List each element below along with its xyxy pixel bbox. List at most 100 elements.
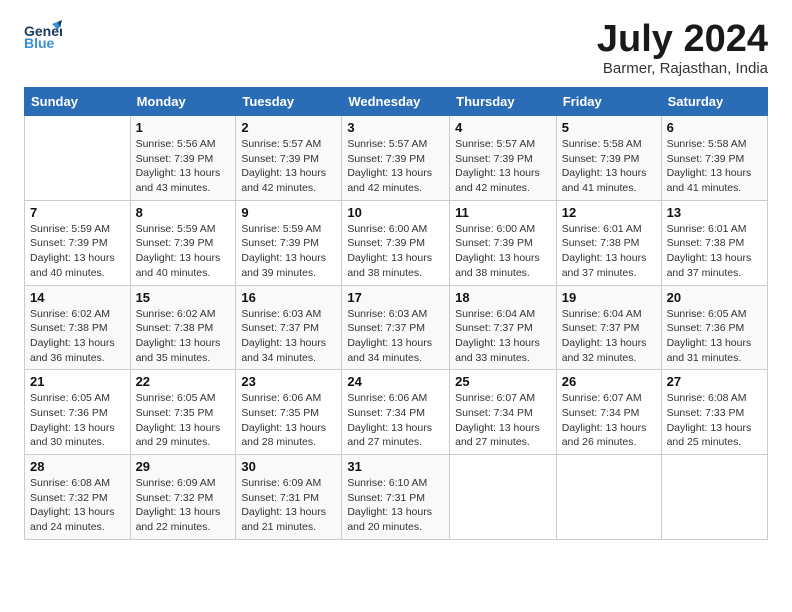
- day-info: Sunrise: 6:07 AMSunset: 7:34 PMDaylight:…: [562, 391, 656, 450]
- calendar-cell: 31 Sunrise: 6:10 AMSunset: 7:31 PMDayligh…: [342, 455, 450, 540]
- day-number: 29: [136, 459, 231, 474]
- day-info: Sunrise: 6:00 AMSunset: 7:39 PMDaylight:…: [455, 222, 551, 281]
- day-number: 12: [562, 205, 656, 220]
- day-info: Sunrise: 6:03 AMSunset: 7:37 PMDaylight:…: [241, 307, 336, 366]
- col-header-wednesday: Wednesday: [342, 88, 450, 116]
- logo-icon: General Blue: [24, 20, 62, 52]
- calendar-cell: 30 Sunrise: 6:09 AMSunset: 7:31 PMDayligh…: [236, 455, 342, 540]
- day-number: 14: [30, 290, 125, 305]
- calendar-cell: 27 Sunrise: 6:08 AMSunset: 7:33 PMDayligh…: [661, 370, 767, 455]
- day-info: Sunrise: 6:08 AMSunset: 7:32 PMDaylight:…: [30, 476, 125, 535]
- calendar-cell: 8 Sunrise: 5:59 AMSunset: 7:39 PMDaylight…: [130, 200, 236, 285]
- day-number: 30: [241, 459, 336, 474]
- day-info: Sunrise: 6:06 AMSunset: 7:34 PMDaylight:…: [347, 391, 444, 450]
- calendar-cell: 11Sunrise: 6:00 AMSunset: 7:39 PMDayligh…: [450, 200, 557, 285]
- location: Barmer, Rajasthan, India: [597, 60, 768, 77]
- calendar-cell: 28Sunrise: 6:08 AMSunset: 7:32 PMDayligh…: [25, 455, 131, 540]
- day-number: 25: [455, 374, 551, 389]
- day-number: 6: [667, 120, 762, 135]
- page-header: General Blue July 2024 Barmer, Rajasthan…: [24, 20, 768, 77]
- day-number: 1: [136, 120, 231, 135]
- day-info: Sunrise: 6:00 AMSunset: 7:39 PMDaylight:…: [347, 222, 444, 281]
- calendar-cell: [661, 455, 767, 540]
- day-info: Sunrise: 6:10 AMSunset: 7:31 PMDaylight:…: [347, 476, 444, 535]
- day-info: Sunrise: 6:09 AMSunset: 7:32 PMDaylight:…: [136, 476, 231, 535]
- header-row: SundayMondayTuesdayWednesdayThursdayFrid…: [25, 88, 768, 116]
- day-info: Sunrise: 6:03 AMSunset: 7:37 PMDaylight:…: [347, 307, 444, 366]
- calendar-table: SundayMondayTuesdayWednesdayThursdayFrid…: [24, 87, 768, 540]
- day-info: Sunrise: 6:05 AMSunset: 7:36 PMDaylight:…: [667, 307, 762, 366]
- svg-text:Blue: Blue: [24, 35, 55, 51]
- calendar-cell: 10 Sunrise: 6:00 AMSunset: 7:39 PMDayligh…: [342, 200, 450, 285]
- calendar-cell: 17 Sunrise: 6:03 AMSunset: 7:37 PMDayligh…: [342, 285, 450, 370]
- calendar-cell: 25 Sunrise: 6:07 AMSunset: 7:34 PMDayligh…: [450, 370, 557, 455]
- day-number: 4: [455, 120, 551, 135]
- day-info: Sunrise: 6:02 AMSunset: 7:38 PMDaylight:…: [136, 307, 231, 366]
- day-info: Sunrise: 5:56 AMSunset: 7:39 PMDaylight:…: [136, 137, 231, 196]
- day-number: 2: [241, 120, 336, 135]
- calendar-cell: 7Sunrise: 5:59 AMSunset: 7:39 PMDaylight…: [25, 200, 131, 285]
- title-block: July 2024 Barmer, Rajasthan, India: [597, 20, 768, 77]
- calendar-cell: 16 Sunrise: 6:03 AMSunset: 7:37 PMDayligh…: [236, 285, 342, 370]
- calendar-cell: 29 Sunrise: 6:09 AMSunset: 7:32 PMDayligh…: [130, 455, 236, 540]
- month-title: July 2024: [597, 20, 768, 58]
- week-row-2: 7 Sunrise: 5:59 AMSunset: 7:39 PMDaylight…: [25, 200, 768, 285]
- calendar-cell: 21Sunrise: 6:05 AMSunset: 7:36 PMDayligh…: [25, 370, 131, 455]
- day-info: Sunrise: 6:07 AMSunset: 7:34 PMDaylight:…: [455, 391, 551, 450]
- day-number: 31: [347, 459, 444, 474]
- calendar-cell: 18Sunrise: 6:04 AMSunset: 7:37 PMDayligh…: [450, 285, 557, 370]
- col-header-sunday: Sunday: [25, 88, 131, 116]
- week-row-4: 21Sunrise: 6:05 AMSunset: 7:36 PMDayligh…: [25, 370, 768, 455]
- calendar-cell: 1 Sunrise: 5:56 AMSunset: 7:39 PMDaylight…: [130, 116, 236, 201]
- week-row-5: 28Sunrise: 6:08 AMSunset: 7:32 PMDayligh…: [25, 455, 768, 540]
- calendar-cell: 5 Sunrise: 5:58 AMSunset: 7:39 PMDaylight…: [556, 116, 661, 201]
- col-header-tuesday: Tuesday: [236, 88, 342, 116]
- day-info: Sunrise: 5:57 AMSunset: 7:39 PMDaylight:…: [455, 137, 551, 196]
- week-row-3: 14 Sunrise: 6:02 AMSunset: 7:38 PMDayligh…: [25, 285, 768, 370]
- day-number: 8: [136, 205, 231, 220]
- day-number: 10: [347, 205, 444, 220]
- calendar-cell: 6 Sunrise: 5:58 AMSunset: 7:39 PMDaylight…: [661, 116, 767, 201]
- day-number: 19: [562, 290, 656, 305]
- day-info: Sunrise: 6:09 AMSunset: 7:31 PMDaylight:…: [241, 476, 336, 535]
- day-number: 23: [241, 374, 336, 389]
- day-info: Sunrise: 5:57 AMSunset: 7:39 PMDaylight:…: [241, 137, 336, 196]
- day-number: 26: [562, 374, 656, 389]
- calendar-cell: 26 Sunrise: 6:07 AMSunset: 7:34 PMDayligh…: [556, 370, 661, 455]
- day-info: Sunrise: 6:06 AMSunset: 7:35 PMDaylight:…: [241, 391, 336, 450]
- day-number: 13: [667, 205, 762, 220]
- day-info: Sunrise: 5:59 AMSunset: 7:39 PMDaylight:…: [241, 222, 336, 281]
- calendar-cell: 14Sunrise: 6:02 AMSunset: 7:38 PMDayligh…: [25, 285, 131, 370]
- day-info: Sunrise: 6:01 AMSunset: 7:38 PMDaylight:…: [667, 222, 762, 281]
- calendar-cell: 19 Sunrise: 6:04 AMSunset: 7:37 PMDayligh…: [556, 285, 661, 370]
- calendar-cell: 24Sunrise: 6:06 AMSunset: 7:34 PMDayligh…: [342, 370, 450, 455]
- day-info: Sunrise: 6:08 AMSunset: 7:33 PMDaylight:…: [667, 391, 762, 450]
- day-number: 7: [30, 205, 125, 220]
- calendar-cell: 22 Sunrise: 6:05 AMSunset: 7:35 PMDayligh…: [130, 370, 236, 455]
- day-info: Sunrise: 6:05 AMSunset: 7:35 PMDaylight:…: [136, 391, 231, 450]
- day-info: Sunrise: 5:58 AMSunset: 7:39 PMDaylight:…: [562, 137, 656, 196]
- day-info: Sunrise: 5:59 AMSunset: 7:39 PMDaylight:…: [136, 222, 231, 281]
- col-header-monday: Monday: [130, 88, 236, 116]
- calendar-cell: 9Sunrise: 5:59 AMSunset: 7:39 PMDaylight…: [236, 200, 342, 285]
- logo: General Blue: [24, 20, 62, 52]
- day-number: 27: [667, 374, 762, 389]
- calendar-cell: 23 Sunrise: 6:06 AMSunset: 7:35 PMDayligh…: [236, 370, 342, 455]
- day-number: 5: [562, 120, 656, 135]
- day-number: 15: [136, 290, 231, 305]
- calendar-cell: 2 Sunrise: 5:57 AMSunset: 7:39 PMDaylight…: [236, 116, 342, 201]
- day-number: 22: [136, 374, 231, 389]
- col-header-saturday: Saturday: [661, 88, 767, 116]
- calendar-cell: 12 Sunrise: 6:01 AMSunset: 7:38 PMDayligh…: [556, 200, 661, 285]
- day-number: 16: [241, 290, 336, 305]
- day-info: Sunrise: 6:04 AMSunset: 7:37 PMDaylight:…: [562, 307, 656, 366]
- day-info: Sunrise: 5:58 AMSunset: 7:39 PMDaylight:…: [667, 137, 762, 196]
- day-info: Sunrise: 6:01 AMSunset: 7:38 PMDaylight:…: [562, 222, 656, 281]
- calendar-cell: [25, 116, 131, 201]
- day-number: 20: [667, 290, 762, 305]
- week-row-1: 1 Sunrise: 5:56 AMSunset: 7:39 PMDaylight…: [25, 116, 768, 201]
- day-info: Sunrise: 6:04 AMSunset: 7:37 PMDaylight:…: [455, 307, 551, 366]
- day-number: 17: [347, 290, 444, 305]
- calendar-cell: 20 Sunrise: 6:05 AMSunset: 7:36 PMDayligh…: [661, 285, 767, 370]
- calendar-cell: [556, 455, 661, 540]
